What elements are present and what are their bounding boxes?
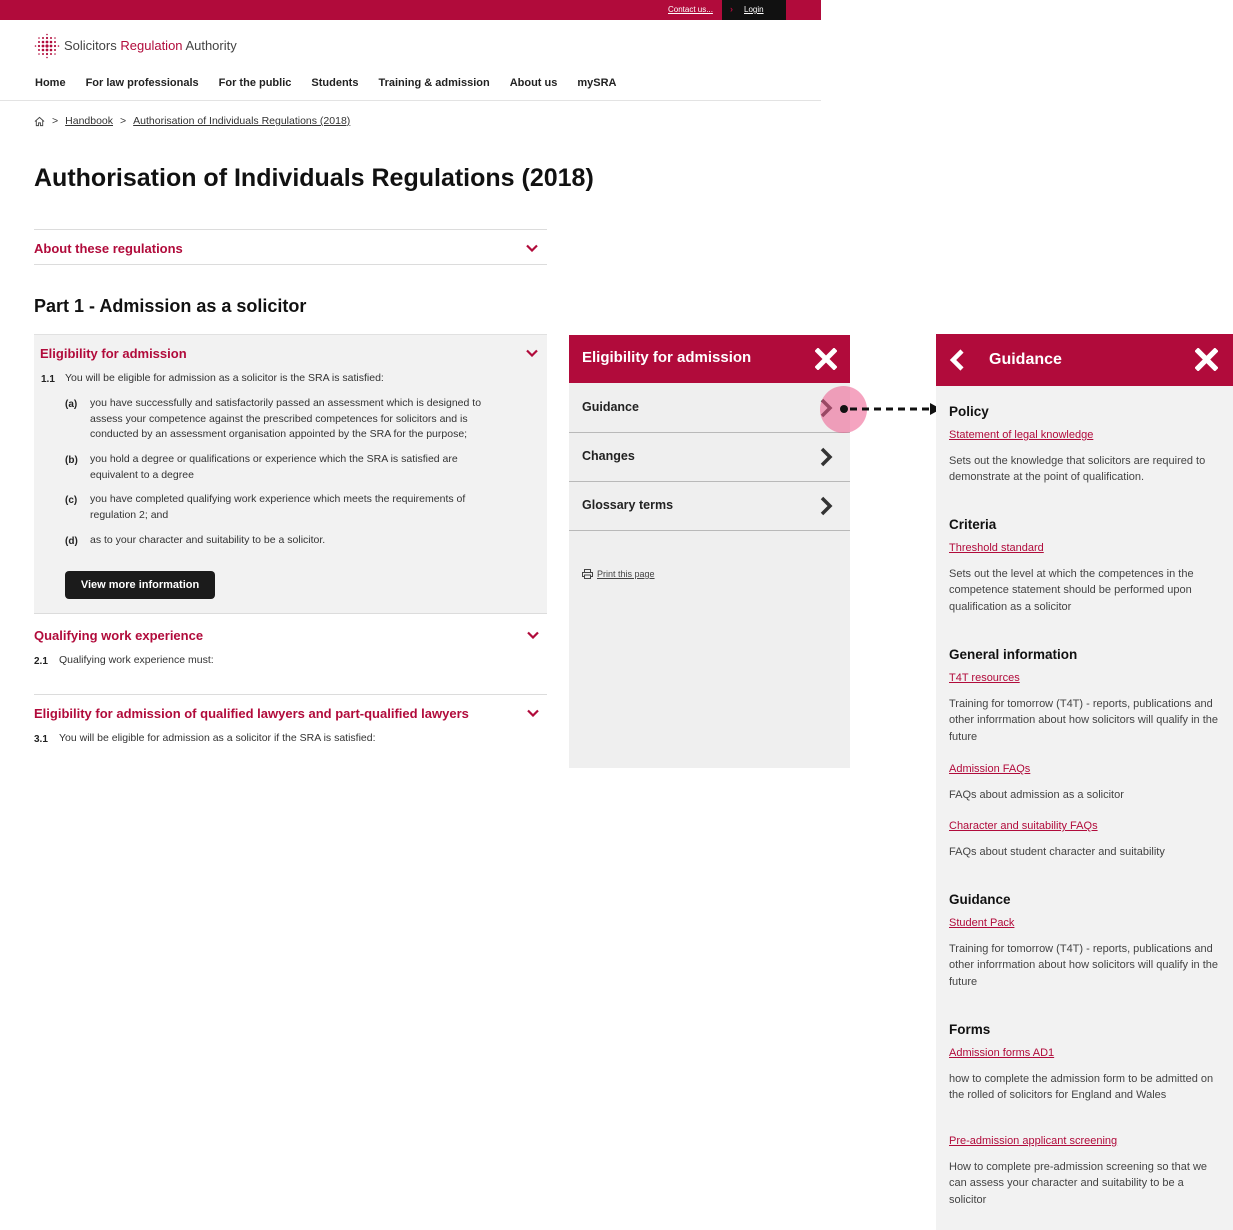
clause-text: You will be eligible for admission as a … bbox=[59, 732, 376, 744]
logo-word-3: Authority bbox=[185, 38, 237, 53]
logo-word-1: Solicitors bbox=[64, 38, 117, 53]
link-statement-legal-knowledge[interactable]: Statement of legal knowledge bbox=[949, 429, 1093, 441]
chevron-right-icon bbox=[820, 447, 833, 467]
close-icon[interactable] bbox=[815, 348, 837, 370]
guidance-heading-criteria: Criteria bbox=[949, 517, 997, 532]
login-link[interactable]: Login bbox=[744, 5, 764, 14]
item-text: you have completed qualifying work exper… bbox=[90, 493, 466, 521]
item-text: you hold a degree or qualifications or e… bbox=[90, 453, 458, 481]
home-icon[interactable] bbox=[34, 116, 45, 127]
breadcrumb-separator: > bbox=[120, 115, 127, 127]
guidance-heading-general: General information bbox=[949, 647, 1078, 662]
item-label: (a) bbox=[65, 399, 78, 410]
side-panel-item-changes[interactable]: Changes bbox=[569, 433, 850, 482]
clause-number: 2.1 bbox=[34, 656, 48, 667]
guidance-description: How to complete pre-admission screening … bbox=[949, 1161, 1208, 1206]
sra-logo-icon[interactable] bbox=[34, 33, 60, 59]
login-box[interactable]: › Login bbox=[722, 0, 786, 20]
link-admission-faqs[interactable]: Admission FAQs bbox=[949, 763, 1030, 775]
item-label: (d) bbox=[65, 536, 78, 547]
clause-number: 1.1 bbox=[41, 374, 55, 385]
nav-public[interactable]: For the public bbox=[219, 77, 292, 89]
chevron-down-icon[interactable] bbox=[526, 349, 538, 357]
link-threshold-standard[interactable]: Threshold standard bbox=[949, 542, 1044, 554]
side-panel-item-guidance[interactable]: Guidance bbox=[569, 384, 850, 433]
accordion-divider bbox=[34, 694, 547, 695]
side-panel-item-label: Guidance bbox=[582, 400, 639, 414]
side-panel-item-label: Glossary terms bbox=[582, 498, 674, 512]
chevron-right-icon: › bbox=[730, 4, 733, 14]
link-character-suitability-faqs[interactable]: Character and suitability FAQs bbox=[949, 820, 1098, 832]
logo-word-2: Regulation bbox=[120, 38, 183, 53]
link-student-pack[interactable]: Student Pack bbox=[949, 917, 1014, 929]
print-page-label: Print this page bbox=[597, 569, 655, 579]
chevron-down-icon[interactable] bbox=[527, 631, 539, 639]
guidance-description: Sets out the level at which the competen… bbox=[949, 568, 1194, 613]
nav-home[interactable]: Home bbox=[35, 77, 66, 89]
guidance-panel: Guidance Policy Statement of legal knowl… bbox=[936, 334, 1233, 1230]
chevron-down-icon[interactable] bbox=[526, 244, 538, 252]
clause-number: 3.1 bbox=[34, 734, 48, 745]
print-page-link[interactable]: Print this page bbox=[582, 569, 655, 579]
accordion-divider bbox=[34, 264, 547, 265]
qualifying-work-toggle[interactable]: Qualifying work experience bbox=[34, 628, 203, 643]
link-admission-forms-ad1[interactable]: Admission forms AD1 bbox=[949, 1047, 1054, 1059]
link-t4t-resources[interactable]: T4T resources bbox=[949, 672, 1020, 684]
transition-arrow-icon bbox=[840, 403, 941, 415]
back-arrow-icon[interactable] bbox=[949, 348, 965, 372]
nav-training-admission[interactable]: Training & admission bbox=[378, 77, 489, 89]
guidance-heading-policy: Policy bbox=[949, 404, 989, 419]
chevron-down-icon[interactable] bbox=[527, 709, 539, 717]
about-regulations-toggle[interactable]: About these regulations bbox=[34, 241, 183, 256]
accordion-divider bbox=[34, 229, 547, 230]
side-panel-header: Eligibility for admission bbox=[569, 335, 850, 383]
printer-icon bbox=[582, 569, 593, 579]
clause-text: You will be eligible for admission as a … bbox=[65, 372, 384, 384]
item-label: (b) bbox=[65, 455, 78, 466]
breadcrumb-separator: > bbox=[52, 115, 59, 127]
guidance-heading-guidance: Guidance bbox=[949, 892, 1011, 907]
nav-mysra[interactable]: mySRA bbox=[577, 77, 616, 89]
link-pre-admission-screening[interactable]: Pre-admission applicant screening bbox=[949, 1135, 1117, 1147]
breadcrumb: > Handbook > Authorisation of Individual… bbox=[34, 115, 350, 127]
side-panel-item-glossary[interactable]: Glossary terms bbox=[569, 482, 850, 531]
side-panel-title: Eligibility for admission bbox=[582, 349, 752, 366]
logo-wordmark[interactable]: Solicitors Regulation Authority bbox=[64, 38, 237, 53]
guidance-description: FAQs about admission as a solicitor bbox=[949, 789, 1124, 801]
side-panel-item-label: Changes bbox=[582, 449, 635, 463]
nav-law-professionals[interactable]: For law professionals bbox=[86, 77, 199, 89]
guidance-panel-header: Guidance bbox=[936, 334, 1233, 386]
top-utility-bar: Contact us... › Login bbox=[0, 0, 821, 20]
guidance-heading-forms: Forms bbox=[949, 1022, 991, 1037]
guidance-description: how to complete the admission form to be… bbox=[949, 1073, 1214, 1102]
main-navigation: Home For law professionals For the publi… bbox=[35, 77, 637, 89]
page-title: Authorisation of Individuals Regulations… bbox=[34, 164, 594, 192]
close-icon[interactable] bbox=[1195, 348, 1218, 371]
nav-students[interactable]: Students bbox=[311, 77, 358, 89]
guidance-description: Training for tomorrow (T4T) - reports, p… bbox=[949, 943, 1219, 988]
breadcrumb-handbook[interactable]: Handbook bbox=[65, 115, 113, 127]
breadcrumb-current[interactable]: Authorisation of Individuals Regulations… bbox=[133, 115, 350, 127]
chevron-right-icon bbox=[820, 496, 833, 516]
contact-us-link[interactable]: Contact us... bbox=[668, 5, 713, 14]
qualified-lawyers-toggle[interactable]: Eligibility for admission of qualified l… bbox=[34, 706, 469, 721]
guidance-description: FAQs about student character and suitabi… bbox=[949, 846, 1165, 858]
nav-about-us[interactable]: About us bbox=[510, 77, 558, 89]
view-more-information-button[interactable]: View more information bbox=[65, 571, 215, 599]
eligibility-toggle[interactable]: Eligibility for admission bbox=[40, 346, 187, 361]
item-text: as to your character and suitability to … bbox=[90, 534, 326, 546]
accordion-divider bbox=[34, 613, 547, 614]
guidance-description: Sets out the knowledge that solicitors a… bbox=[949, 455, 1206, 484]
guidance-description: Training for tomorrow (T4T) - reports, p… bbox=[949, 698, 1219, 743]
item-text: you have successfully and satisfactorily… bbox=[90, 397, 482, 440]
eligibility-side-panel: Eligibility for admission Guidance Chang… bbox=[569, 335, 850, 768]
item-label: (c) bbox=[65, 495, 78, 506]
guidance-panel-title: Guidance bbox=[989, 351, 1062, 368]
nav-divider bbox=[0, 100, 821, 101]
clause-text: Qualifying work experience must: bbox=[59, 654, 214, 666]
part-1-heading: Part 1 - Admission as a solicitor bbox=[34, 296, 307, 316]
